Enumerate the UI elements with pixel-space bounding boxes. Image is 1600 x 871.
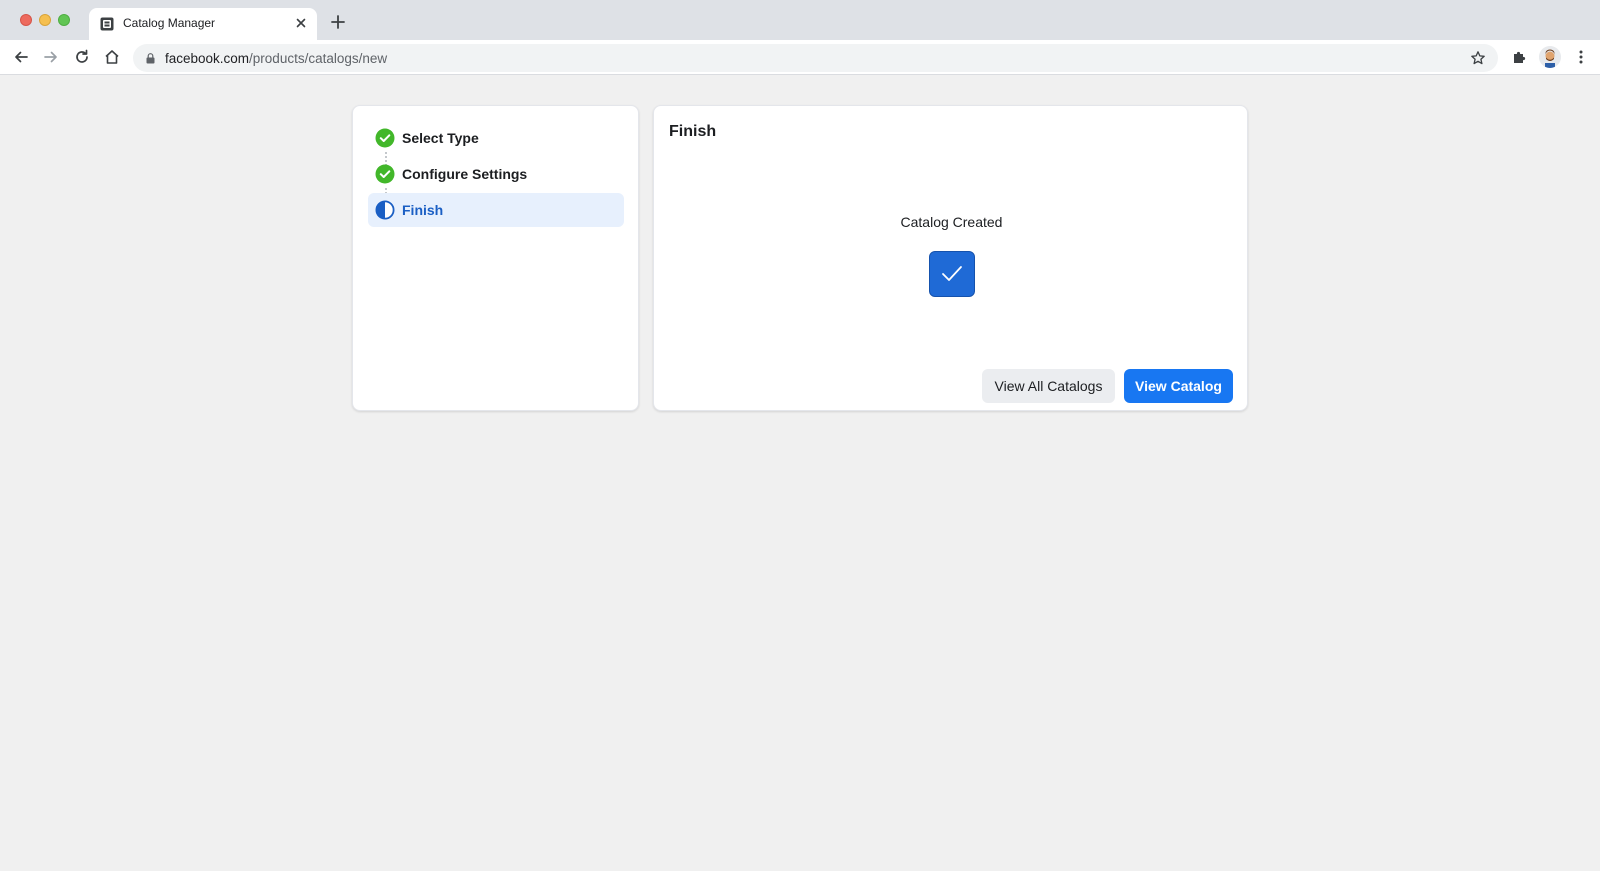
panel-title: Finish [669, 123, 717, 140]
step-label: Configure Settings [402, 166, 528, 182]
url-path: /products/catalogs/new [249, 51, 388, 66]
check-circle-icon [375, 128, 395, 148]
steps-panel: Select Type Configure Settings Finish [352, 105, 639, 411]
address-bar[interactable]: facebook.com/products/catalogs/new [133, 44, 1498, 72]
extensions-puzzle-icon[interactable] [1510, 48, 1528, 66]
browser-toolbar: facebook.com/products/catalogs/new [0, 40, 1600, 75]
close-window-button[interactable] [20, 14, 32, 26]
new-tab-icon[interactable] [330, 14, 346, 30]
more-menu-icon[interactable] [1572, 48, 1590, 66]
reload-icon[interactable] [73, 48, 91, 66]
forward-icon[interactable] [42, 48, 60, 66]
view-catalog-button[interactable]: View Catalog [1124, 369, 1233, 403]
catalog-favicon-icon [100, 17, 114, 31]
checkmark-icon [942, 266, 962, 281]
step-label: Finish [402, 202, 444, 218]
back-icon[interactable] [12, 48, 30, 66]
close-tab-icon[interactable] [293, 15, 309, 31]
profile-avatar[interactable] [1539, 46, 1561, 68]
lock-icon [146, 53, 155, 64]
maximize-window-button[interactable] [58, 14, 70, 26]
url-text: facebook.com/products/catalogs/new [165, 51, 387, 66]
step-select-type[interactable]: Select Type [368, 121, 624, 155]
step-configure-settings[interactable]: Configure Settings [368, 157, 624, 191]
home-icon[interactable] [103, 48, 121, 66]
browser-tab-bar: Catalog Manager [0, 0, 1600, 40]
catalog-created-text: Catalog Created [900, 214, 1003, 230]
minimize-window-button[interactable] [39, 14, 51, 26]
browser-tab[interactable]: Catalog Manager [89, 8, 317, 40]
step-finish[interactable]: Finish [368, 193, 624, 227]
check-circle-icon [375, 164, 395, 184]
step-label: Select Type [402, 130, 479, 146]
half-circle-icon [375, 200, 395, 220]
tab-title: Catalog Manager [123, 16, 216, 30]
finish-panel: Finish Catalog Created View All Catalogs… [653, 105, 1248, 411]
profile-person-icon [1539, 46, 1561, 68]
bookmark-star-icon[interactable] [1470, 50, 1486, 66]
url-domain: facebook.com [165, 51, 250, 66]
success-badge [929, 251, 975, 297]
view-all-catalogs-button[interactable]: View All Catalogs [982, 369, 1115, 403]
